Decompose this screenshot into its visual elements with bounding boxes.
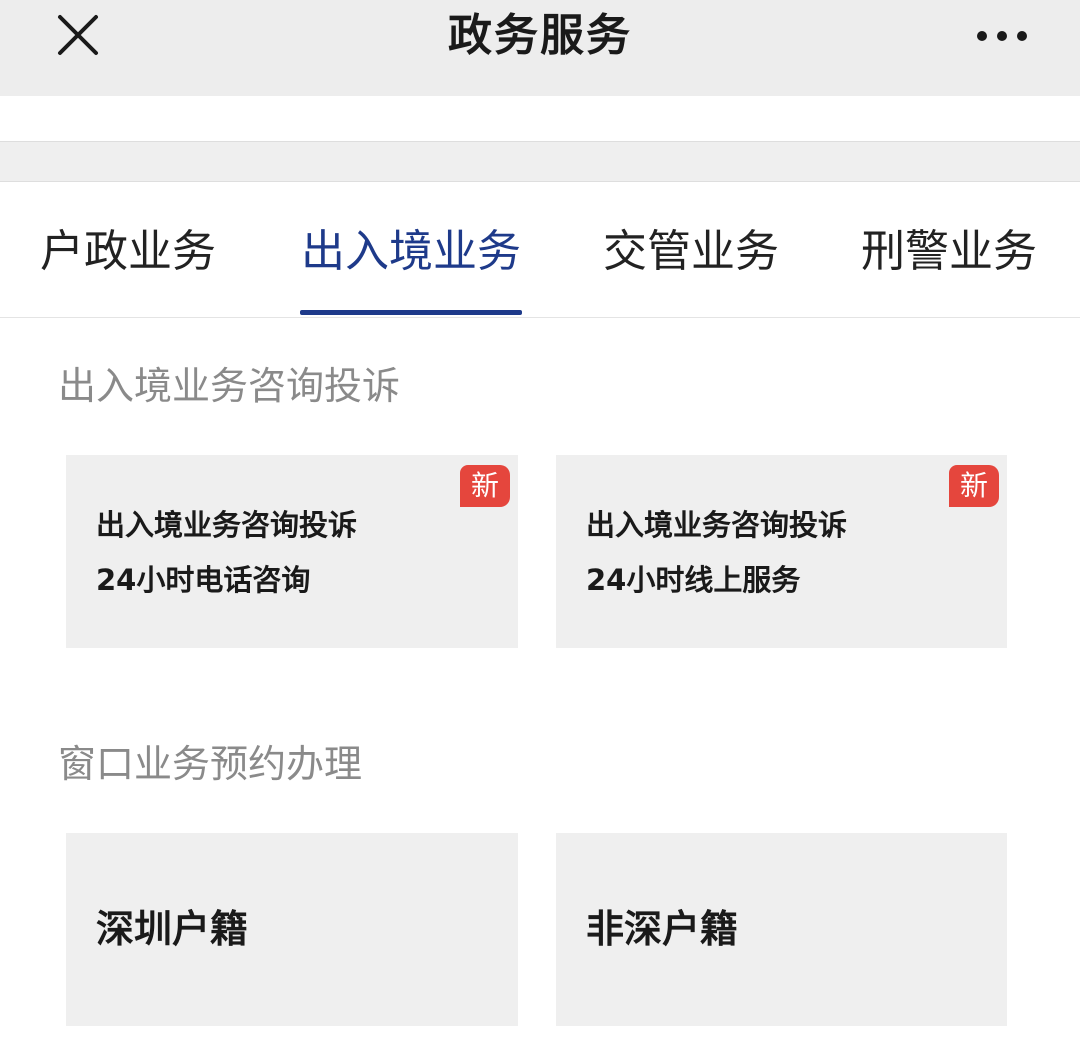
- card-shenzhen-hukou[interactable]: 深圳户籍: [66, 833, 518, 1026]
- tab-huzheng[interactable]: 户政业务: [40, 222, 216, 282]
- page-title: 政务服务: [448, 10, 632, 61]
- card-non-shenzhen-hukou[interactable]: 非深户籍: [556, 833, 1007, 1026]
- blank-strip: [0, 96, 1080, 142]
- card-title: 出入境业务咨询投诉: [96, 508, 358, 542]
- more-button[interactable]: [976, 24, 1028, 48]
- new-badge: 新: [460, 465, 510, 507]
- gray-divider: [0, 142, 1080, 182]
- card-online-service[interactable]: 新 出入境业务咨询投诉 24小时线上服务: [556, 455, 1007, 648]
- tab-churujing[interactable]: 出入境业务: [301, 222, 521, 282]
- tab-jiaoguan[interactable]: 交管业务: [603, 222, 779, 282]
- card-subtitle: 24小时线上服务: [586, 563, 801, 597]
- card-label: 非深户籍: [586, 907, 739, 951]
- new-badge: 新: [949, 465, 999, 507]
- card-subtitle: 24小时电话咨询: [96, 563, 311, 597]
- more-icon: [977, 31, 1027, 41]
- tab-bar: 户政业务 出入境业务 交管业务 刑警业务: [0, 182, 1080, 318]
- card-title: 出入境业务咨询投诉: [586, 508, 848, 542]
- section-title-consult: 出入境业务咨询投诉: [58, 364, 401, 408]
- top-bar: 政务服务: [0, 0, 1080, 96]
- card-label: 深圳户籍: [96, 907, 249, 951]
- card-phone-consult[interactable]: 新 出入境业务咨询投诉 24小时电话咨询: [66, 455, 518, 648]
- section-title-appointment: 窗口业务预约办理: [58, 742, 363, 786]
- tab-xingjing[interactable]: 刑警业务: [861, 222, 1037, 282]
- active-tab-indicator: [300, 310, 522, 315]
